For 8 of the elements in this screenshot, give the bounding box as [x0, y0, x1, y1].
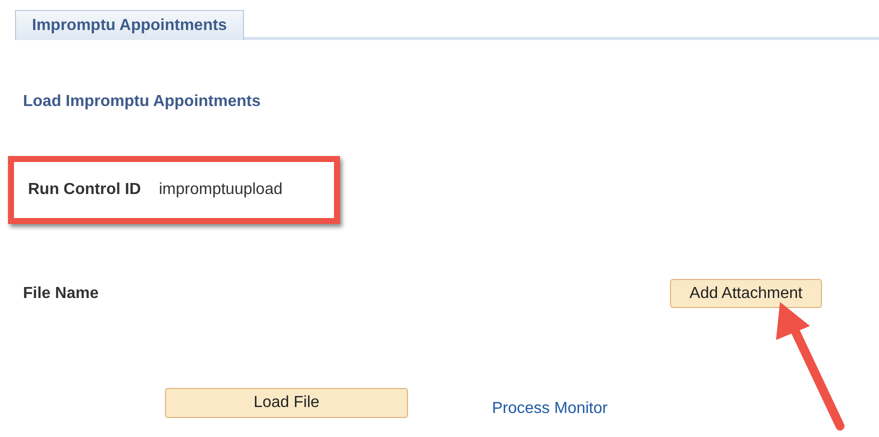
process-monitor-link[interactable]: Process Monitor: [492, 397, 608, 421]
field-value: impromptuupload: [158, 180, 282, 200]
load-file-button[interactable]: Load File: [165, 388, 408, 418]
add-attachment-button[interactable]: Add Attachment: [670, 279, 822, 308]
field-label: File Name: [23, 284, 99, 304]
field-label: Run Control ID: [28, 180, 141, 200]
section-heading: Load Impromptu Appointments: [23, 93, 261, 110]
tab[interactable]: Impromptu Appointments: [15, 10, 244, 40]
